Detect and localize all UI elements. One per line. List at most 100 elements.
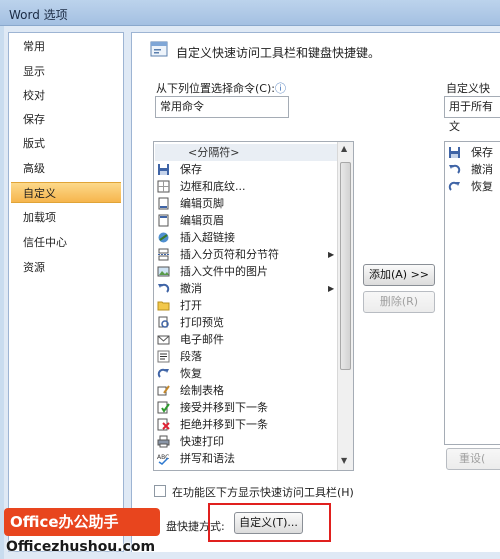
list-item-label: 拼写和语法 — [180, 452, 235, 465]
choose-commands-label: 从下列位置选择命令(C):ⓘ — [156, 80, 286, 96]
list-item[interactable]: 快速打印 — [155, 433, 339, 450]
list-item-label: 撤消 — [471, 163, 493, 176]
list-item[interactable]: 段落 — [155, 348, 339, 365]
highlight-box — [208, 503, 331, 542]
sidebar-item-layout[interactable]: 版式 — [9, 133, 123, 154]
print-preview-icon — [158, 316, 169, 328]
open-folder-icon — [157, 301, 170, 311]
sidebar-item-label: 高级 — [23, 162, 45, 175]
customize-for-dropdown[interactable]: 用于所有文 — [444, 96, 500, 133]
list-item-label: 恢复 — [180, 367, 202, 380]
redo-icon — [448, 181, 460, 191]
list-item-label: 拒绝并移到下一条 — [180, 418, 268, 431]
list-item-label: 边框和底纹... — [180, 180, 246, 193]
list-item-label: 恢复 — [471, 180, 493, 193]
footer-icon — [158, 197, 169, 210]
list-item-label: 打开 — [180, 299, 202, 312]
sidebar-item-resources[interactable]: 资源 — [9, 257, 123, 278]
draw-table-icon — [157, 385, 170, 396]
sidebar-item-label: 信任中心 — [23, 236, 67, 249]
sidebar-item-label: 常用 — [23, 40, 45, 53]
watermark-url: Officezhushou.com — [6, 539, 156, 555]
email-icon — [157, 335, 170, 345]
sidebar-item-save[interactable]: 保存 — [9, 109, 123, 130]
list-item[interactable]: 保存 — [155, 161, 339, 178]
show-below-ribbon-checkbox[interactable] — [154, 485, 166, 497]
sidebar-item-addins[interactable]: 加载项 — [9, 207, 123, 228]
picture-icon — [157, 266, 170, 277]
list-item-separator[interactable]: <分隔符> — [155, 144, 339, 161]
section-heading: 自定义快速访问工具栏和键盘快捷键。 — [176, 46, 381, 60]
title-bar[interactable]: Word 选项 — [0, 0, 500, 26]
choose-commands-value: 常用命令 — [160, 100, 204, 113]
choose-commands-label-text: 从下列位置选择命令(C): — [156, 82, 275, 95]
sidebar-item-proofing[interactable]: 校对 — [9, 85, 123, 106]
list-item[interactable]: 拒绝并移到下一条 — [155, 416, 339, 433]
list-item[interactable]: 编辑页脚 — [155, 195, 339, 212]
list-item[interactable]: 接受并移到下一条 — [155, 399, 339, 416]
list-item[interactable]: 插入超链接 — [155, 229, 339, 246]
commands-listbox[interactable]: <分隔符> 保存 边框和底纹... 编辑页脚 编辑页眉 插入超链接 插入分页符和… — [153, 141, 354, 471]
list-item[interactable]: 电子邮件 — [155, 331, 339, 348]
list-item-label: 绘制表格 — [180, 384, 224, 397]
list-item[interactable]: 边框和底纹... — [155, 178, 339, 195]
sidebar-item-label: 保存 — [23, 113, 45, 126]
list-item-label: 插入文件中的图片 — [180, 265, 268, 278]
sidebar-item-label: 版式 — [23, 137, 45, 150]
accept-change-icon — [157, 401, 170, 414]
sidebar-item-label: 资源 — [23, 261, 45, 274]
list-item-label: 段落 — [180, 350, 202, 363]
sidebar-item-popular[interactable]: 常用 — [9, 36, 123, 57]
list-item-label: 快速打印 — [180, 435, 224, 448]
page-break-icon — [158, 248, 169, 261]
sidebar-item-trust-center[interactable]: 信任中心 — [9, 232, 123, 253]
reject-change-icon — [157, 418, 170, 431]
sidebar-item-advanced[interactable]: 高级 — [9, 158, 123, 179]
window-title: Word 选项 — [9, 8, 68, 22]
quick-access-toolbar-listbox[interactable]: 保存 撤消 恢复 — [444, 141, 500, 445]
sidebar-item-customize[interactable]: 自定义 — [11, 182, 121, 203]
list-item-label: 打印预览 — [180, 316, 224, 329]
list-item-label: 电子邮件 — [180, 333, 224, 346]
quick-print-icon — [157, 435, 170, 448]
scrollbar-thumb[interactable] — [340, 162, 351, 370]
list-item[interactable]: 打开 — [155, 297, 339, 314]
reset-button[interactable]: 重设( — [446, 448, 500, 470]
list-item-label: 保存 — [471, 146, 493, 159]
list-item-label: 接受并移到下一条 — [180, 401, 268, 414]
list-item[interactable]: 插入文件中的图片 — [155, 263, 339, 280]
redo-icon — [157, 368, 169, 378]
borders-icon — [157, 180, 170, 193]
list-item-label: 保存 — [180, 163, 202, 176]
sidebar-item-label: 显示 — [23, 65, 45, 78]
sidebar-item-display[interactable]: 显示 — [9, 61, 123, 82]
submenu-arrow-icon: ▶ — [328, 250, 335, 259]
show-below-ribbon-label: 在功能区下方显示快速访问工具栏(H) — [172, 486, 354, 499]
list-item-label: 插入分页符和分节符 — [180, 248, 279, 261]
scroll-up-icon[interactable]: ▲ — [341, 144, 347, 153]
list-item-label: 编辑页脚 — [180, 197, 224, 210]
choose-commands-dropdown[interactable]: 常用命令 — [155, 96, 289, 118]
hyperlink-icon — [158, 232, 169, 243]
options-sidebar: 常用 显示 校对 保存 版式 高级 自定义 加载项 信任中心 资源 — [8, 32, 124, 552]
save-icon — [449, 147, 460, 158]
info-icon: ⓘ — [274, 82, 286, 95]
list-item-label: 撤消 — [180, 282, 202, 295]
customize-toolbar-icon — [150, 41, 168, 57]
list-item[interactable]: 插入分页符和分节符 ▶ — [155, 246, 339, 263]
list-item[interactable]: ABC 拼写和语法 — [155, 450, 339, 467]
list-item-label: 插入超链接 — [180, 231, 235, 244]
list-item[interactable]: 打印预览 — [155, 314, 339, 331]
undo-icon — [158, 283, 170, 293]
list-item[interactable]: 编辑页眉 — [155, 212, 339, 229]
list-item[interactable]: 撤消 ▶ — [155, 280, 339, 297]
list-item[interactable]: 恢复 — [155, 365, 339, 382]
watermark-badge: Office办公助手 — [4, 508, 160, 536]
commands-scrollbar[interactable]: ▲ ▼ — [337, 142, 353, 470]
list-item[interactable]: 绘制表格 — [155, 382, 339, 399]
list-item-label: <分隔符> — [188, 146, 240, 159]
remove-button[interactable]: 删除(R) — [363, 291, 435, 313]
add-button[interactable]: 添加(A) >> — [363, 264, 435, 286]
scroll-down-icon[interactable]: ▼ — [341, 456, 347, 465]
sidebar-item-label: 校对 — [23, 89, 45, 102]
